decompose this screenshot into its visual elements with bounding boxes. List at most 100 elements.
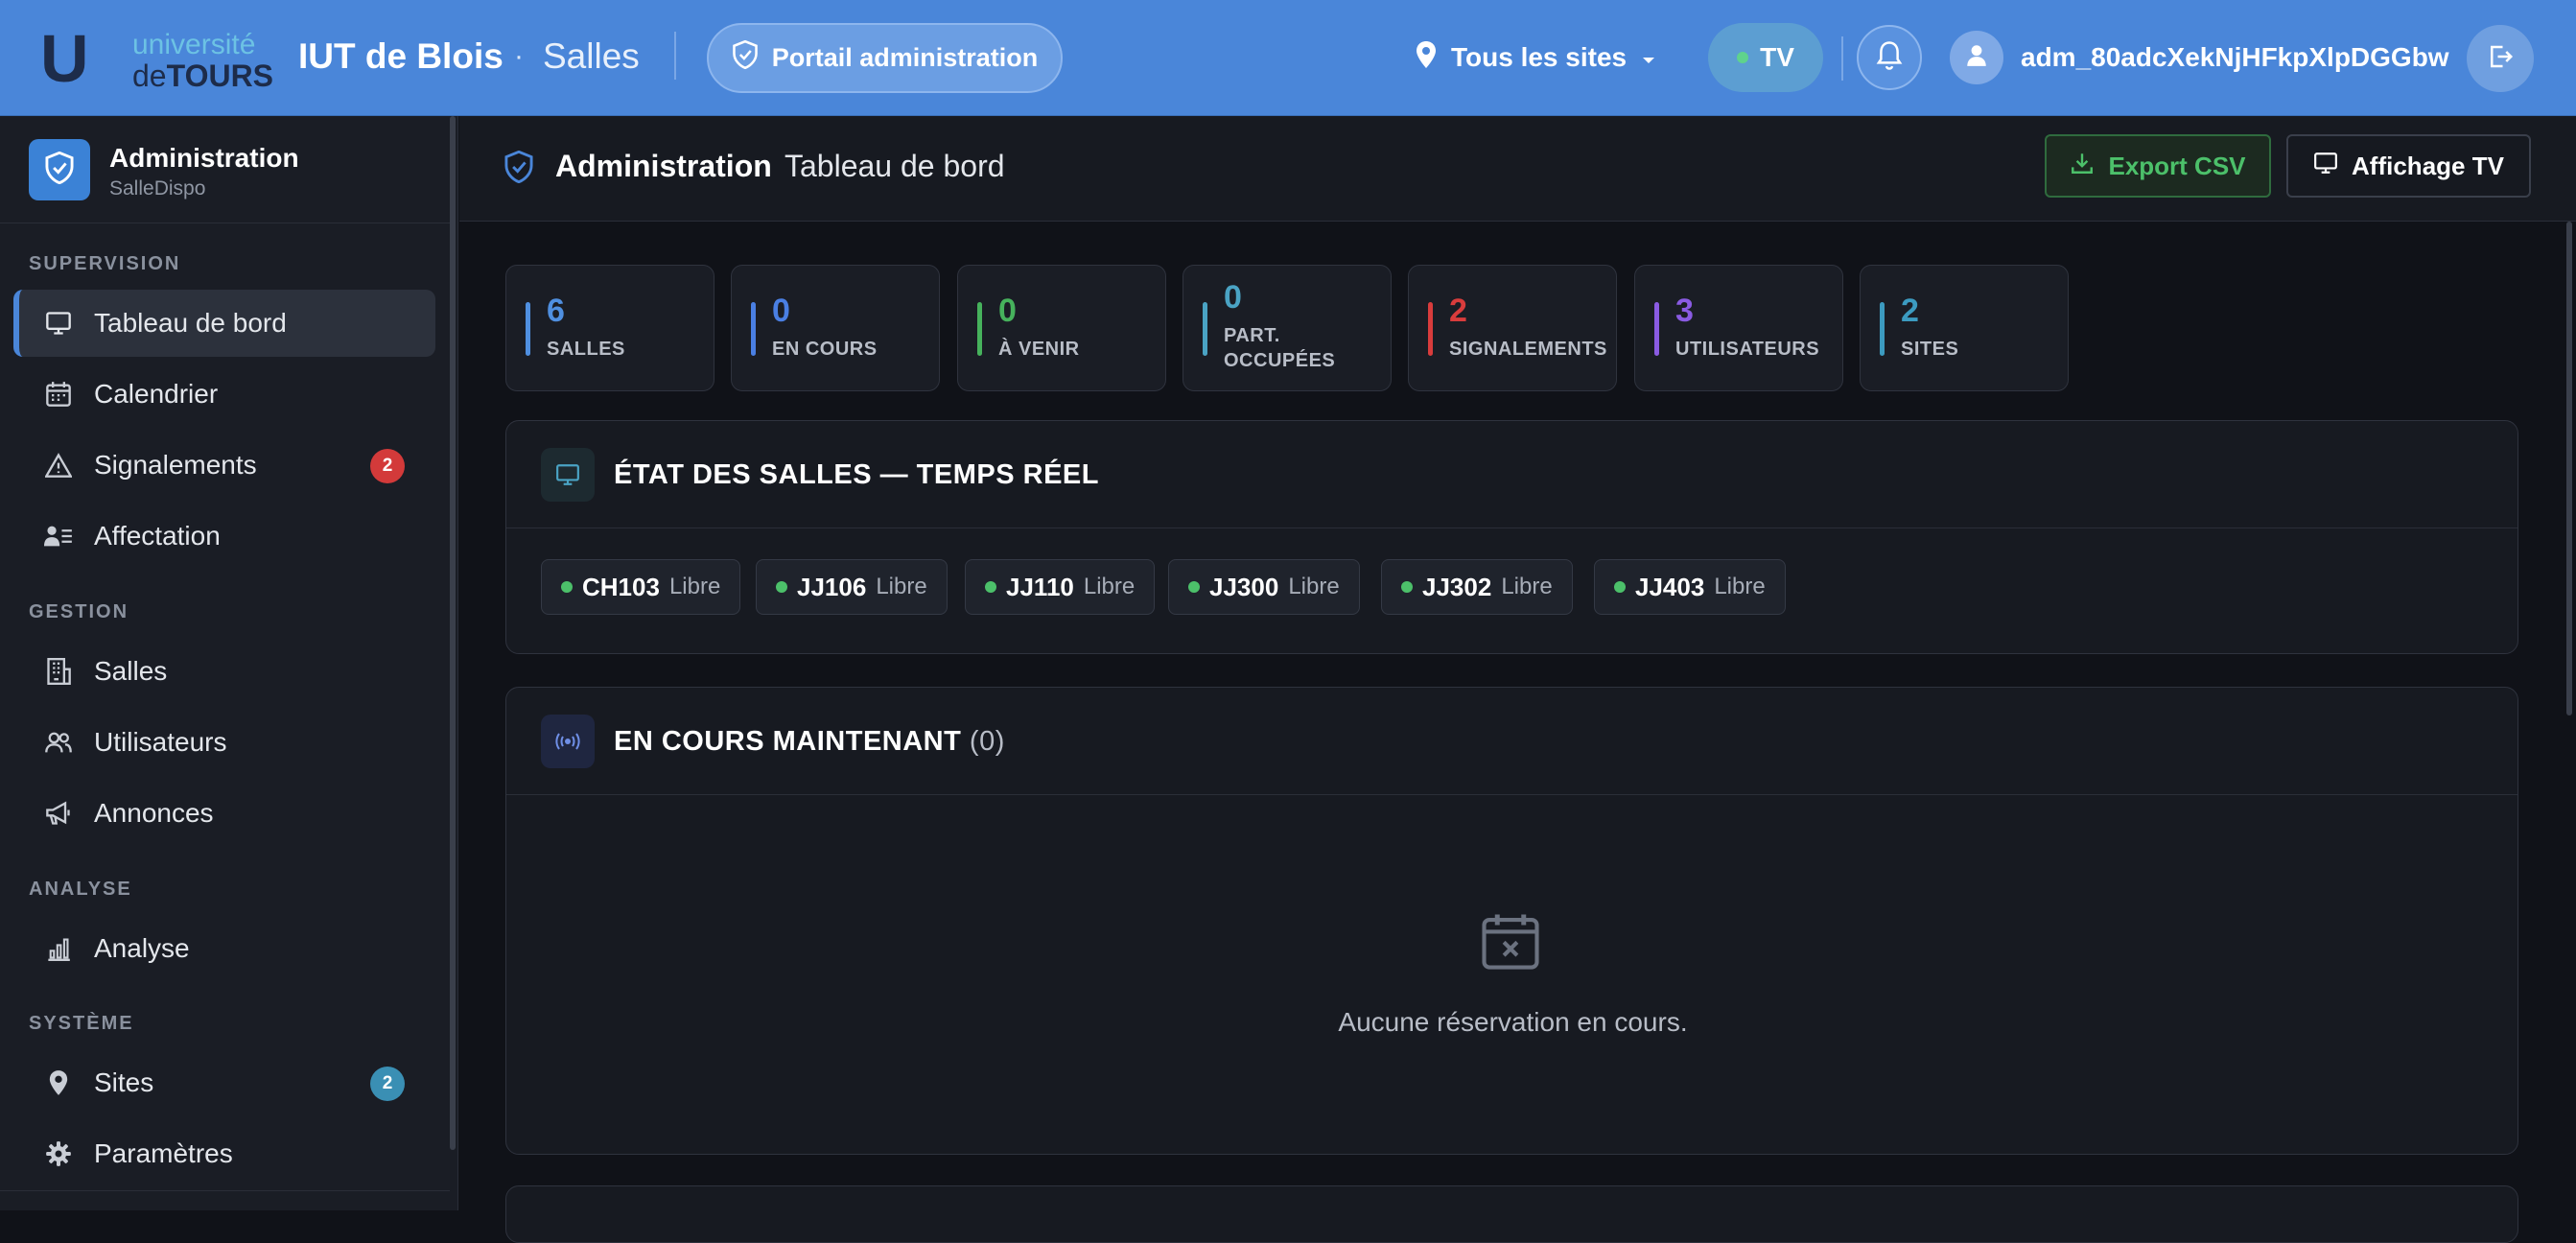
logo-u-mark: U bbox=[40, 21, 89, 96]
room-chip[interactable]: JJ106 Libre bbox=[756, 559, 948, 615]
sidebar-item-reports[interactable]: Signalements 2 bbox=[13, 432, 435, 499]
sidebar-item-label: Utilisateurs bbox=[94, 727, 227, 757]
stat-label: EN COURS bbox=[772, 339, 878, 360]
room-code: JJ300 bbox=[1209, 572, 1279, 601]
stat-card[interactable]: 2 SIGNALEMENTS bbox=[1408, 265, 1617, 391]
logo-tours: deTOURS bbox=[132, 59, 273, 92]
room-status-title: ÉTAT DES SALLES — TEMPS RÉEL bbox=[614, 459, 1099, 490]
sidebar-item-label: Salles bbox=[94, 656, 168, 686]
room-status: Libre bbox=[876, 574, 927, 599]
sidebar: Administration SalleDispo SUPERVISION Ta… bbox=[0, 116, 458, 1210]
stat-card[interactable]: 0 EN COURS bbox=[731, 265, 940, 391]
stat-value: 0 bbox=[772, 293, 790, 329]
megaphone-icon bbox=[44, 799, 73, 828]
stat-value: 6 bbox=[547, 293, 565, 329]
calendar-icon bbox=[44, 380, 73, 409]
page-header: Administration Tableau de bord Export CS… bbox=[459, 116, 2576, 222]
stat-card[interactable]: 3 UTILISATEURS bbox=[1634, 265, 1843, 391]
tv-display-label: Affichage TV bbox=[2352, 151, 2504, 180]
portal-admin-button[interactable]: Portail administration bbox=[707, 23, 1063, 93]
university-logo[interactable]: U université deTOURS bbox=[40, 25, 280, 92]
sidebar-item-calendar[interactable]: Calendrier bbox=[13, 361, 435, 428]
room-chip[interactable]: JJ403 Libre bbox=[1594, 559, 1786, 615]
room-chip[interactable]: JJ300 Libre bbox=[1168, 559, 1360, 615]
current-reservations-title: EN COURS MAINTENANT (0) bbox=[614, 726, 1005, 758]
sidebar-item-rooms[interactable]: Salles bbox=[13, 638, 435, 705]
stat-accent-bar bbox=[977, 302, 982, 356]
section-analyse: ANALYSE bbox=[29, 879, 132, 900]
monitor-icon bbox=[44, 309, 73, 338]
stat-label: SITES bbox=[1901, 339, 1959, 360]
stat-card[interactable]: 0 À VENIR bbox=[957, 265, 1166, 391]
sidebar-item-users[interactable]: Utilisateurs bbox=[13, 709, 435, 776]
status-dot-icon bbox=[1401, 581, 1413, 593]
sidebar-app-name: Administration bbox=[109, 143, 299, 173]
divider bbox=[0, 1190, 450, 1191]
sidebar-item-label: Sites bbox=[94, 1067, 154, 1097]
sidebar-item-settings[interactable]: Paramètres bbox=[13, 1120, 435, 1187]
room-status-card: ÉTAT DES SALLES — TEMPS RÉEL bbox=[505, 420, 2518, 654]
sidebar-item-announcements[interactable]: Annonces bbox=[13, 780, 435, 847]
admin-logo bbox=[29, 139, 90, 200]
room-chip[interactable]: JJ110 Libre bbox=[965, 559, 1156, 615]
stat-value: 2 bbox=[1449, 293, 1467, 329]
notifications-button[interactable] bbox=[1857, 25, 1922, 90]
status-dot-icon bbox=[1188, 581, 1200, 593]
section-systeme: SYSTÈME bbox=[29, 1013, 134, 1034]
map-pin-icon bbox=[1415, 40, 1438, 76]
stat-value: 3 bbox=[1675, 293, 1694, 329]
divider bbox=[674, 32, 676, 80]
room-code: JJ110 bbox=[1006, 572, 1074, 601]
sidebar-item-sites[interactable]: Sites 2 bbox=[13, 1049, 435, 1116]
stat-label: À VENIR bbox=[998, 339, 1080, 360]
stat-card[interactable]: 0 PART. OCCUPÉES bbox=[1183, 265, 1392, 391]
sites-count-badge: 2 bbox=[370, 1067, 405, 1101]
user-menu[interactable]: adm_80adcXekNjHFkpXlpDGGbw bbox=[1950, 29, 2449, 86]
card-header: ÉTAT DES SALLES — TEMPS RÉEL bbox=[506, 421, 2517, 528]
app-subtitle: Salles bbox=[543, 36, 640, 76]
sidebar-item-label: Paramètres bbox=[94, 1138, 233, 1168]
sidebar-item-assignment[interactable]: Affectation bbox=[13, 503, 435, 570]
page-title: Tableau de bord bbox=[785, 149, 1005, 183]
sidebar-item-analysis[interactable]: Analyse bbox=[13, 915, 435, 982]
main-scrollbar[interactable] bbox=[2566, 222, 2572, 715]
shield-check-icon bbox=[732, 39, 759, 76]
stat-value: 0 bbox=[998, 293, 1017, 329]
stat-card[interactable]: 6 SALLES bbox=[505, 265, 714, 391]
logo-tours-word: TOURS bbox=[166, 59, 274, 93]
room-chip[interactable]: JJ302 Libre bbox=[1381, 559, 1573, 615]
site-selector[interactable]: Tous les sites bbox=[1415, 33, 1657, 82]
tv-mode-button[interactable]: TV bbox=[1708, 23, 1823, 92]
stat-card[interactable]: 2 SITES bbox=[1860, 265, 2069, 391]
username: adm_80adcXekNjHFkpXlpDGGbw bbox=[2021, 42, 2449, 72]
stat-accent-bar bbox=[1654, 302, 1659, 356]
room-code: JJ403 bbox=[1635, 572, 1705, 601]
room-code: JJ302 bbox=[1422, 572, 1492, 601]
users-icon bbox=[44, 728, 73, 757]
section-supervision: SUPERVISION bbox=[29, 253, 181, 274]
user-assign-icon bbox=[44, 522, 73, 551]
download-icon bbox=[2070, 151, 2095, 182]
top-bar: U université deTOURS IUT de Blois · Sall… bbox=[0, 0, 2576, 116]
section-gestion: GESTION bbox=[29, 601, 129, 622]
export-csv-button[interactable]: Export CSV bbox=[2045, 134, 2271, 198]
sidebar-scrollbar[interactable] bbox=[450, 116, 456, 1150]
logo-de: de bbox=[132, 59, 167, 93]
stat-accent-bar bbox=[751, 302, 756, 356]
sidebar-item-label: Affectation bbox=[94, 521, 221, 551]
warning-icon bbox=[44, 451, 73, 480]
gear-icon bbox=[44, 1139, 73, 1168]
tv-display-button[interactable]: Affichage TV bbox=[2286, 134, 2531, 198]
app-title[interactable]: IUT de Blois bbox=[298, 35, 503, 79]
reports-count-badge: 2 bbox=[370, 449, 405, 483]
logo-universite: université bbox=[132, 29, 256, 60]
empty-state-text: Aucune réservation en cours. bbox=[1338, 1007, 1688, 1037]
sidebar-item-dashboard[interactable]: Tableau de bord bbox=[13, 290, 435, 357]
logout-button[interactable] bbox=[2467, 25, 2534, 92]
sidebar-header: Administration SalleDispo bbox=[0, 116, 450, 223]
room-chip[interactable]: CH103 Libre bbox=[541, 559, 741, 615]
sidebar-item-label: Calendrier bbox=[94, 379, 219, 409]
room-status: Libre bbox=[668, 574, 721, 599]
bar-chart-icon bbox=[44, 934, 73, 963]
broadcast-icon bbox=[541, 715, 595, 768]
